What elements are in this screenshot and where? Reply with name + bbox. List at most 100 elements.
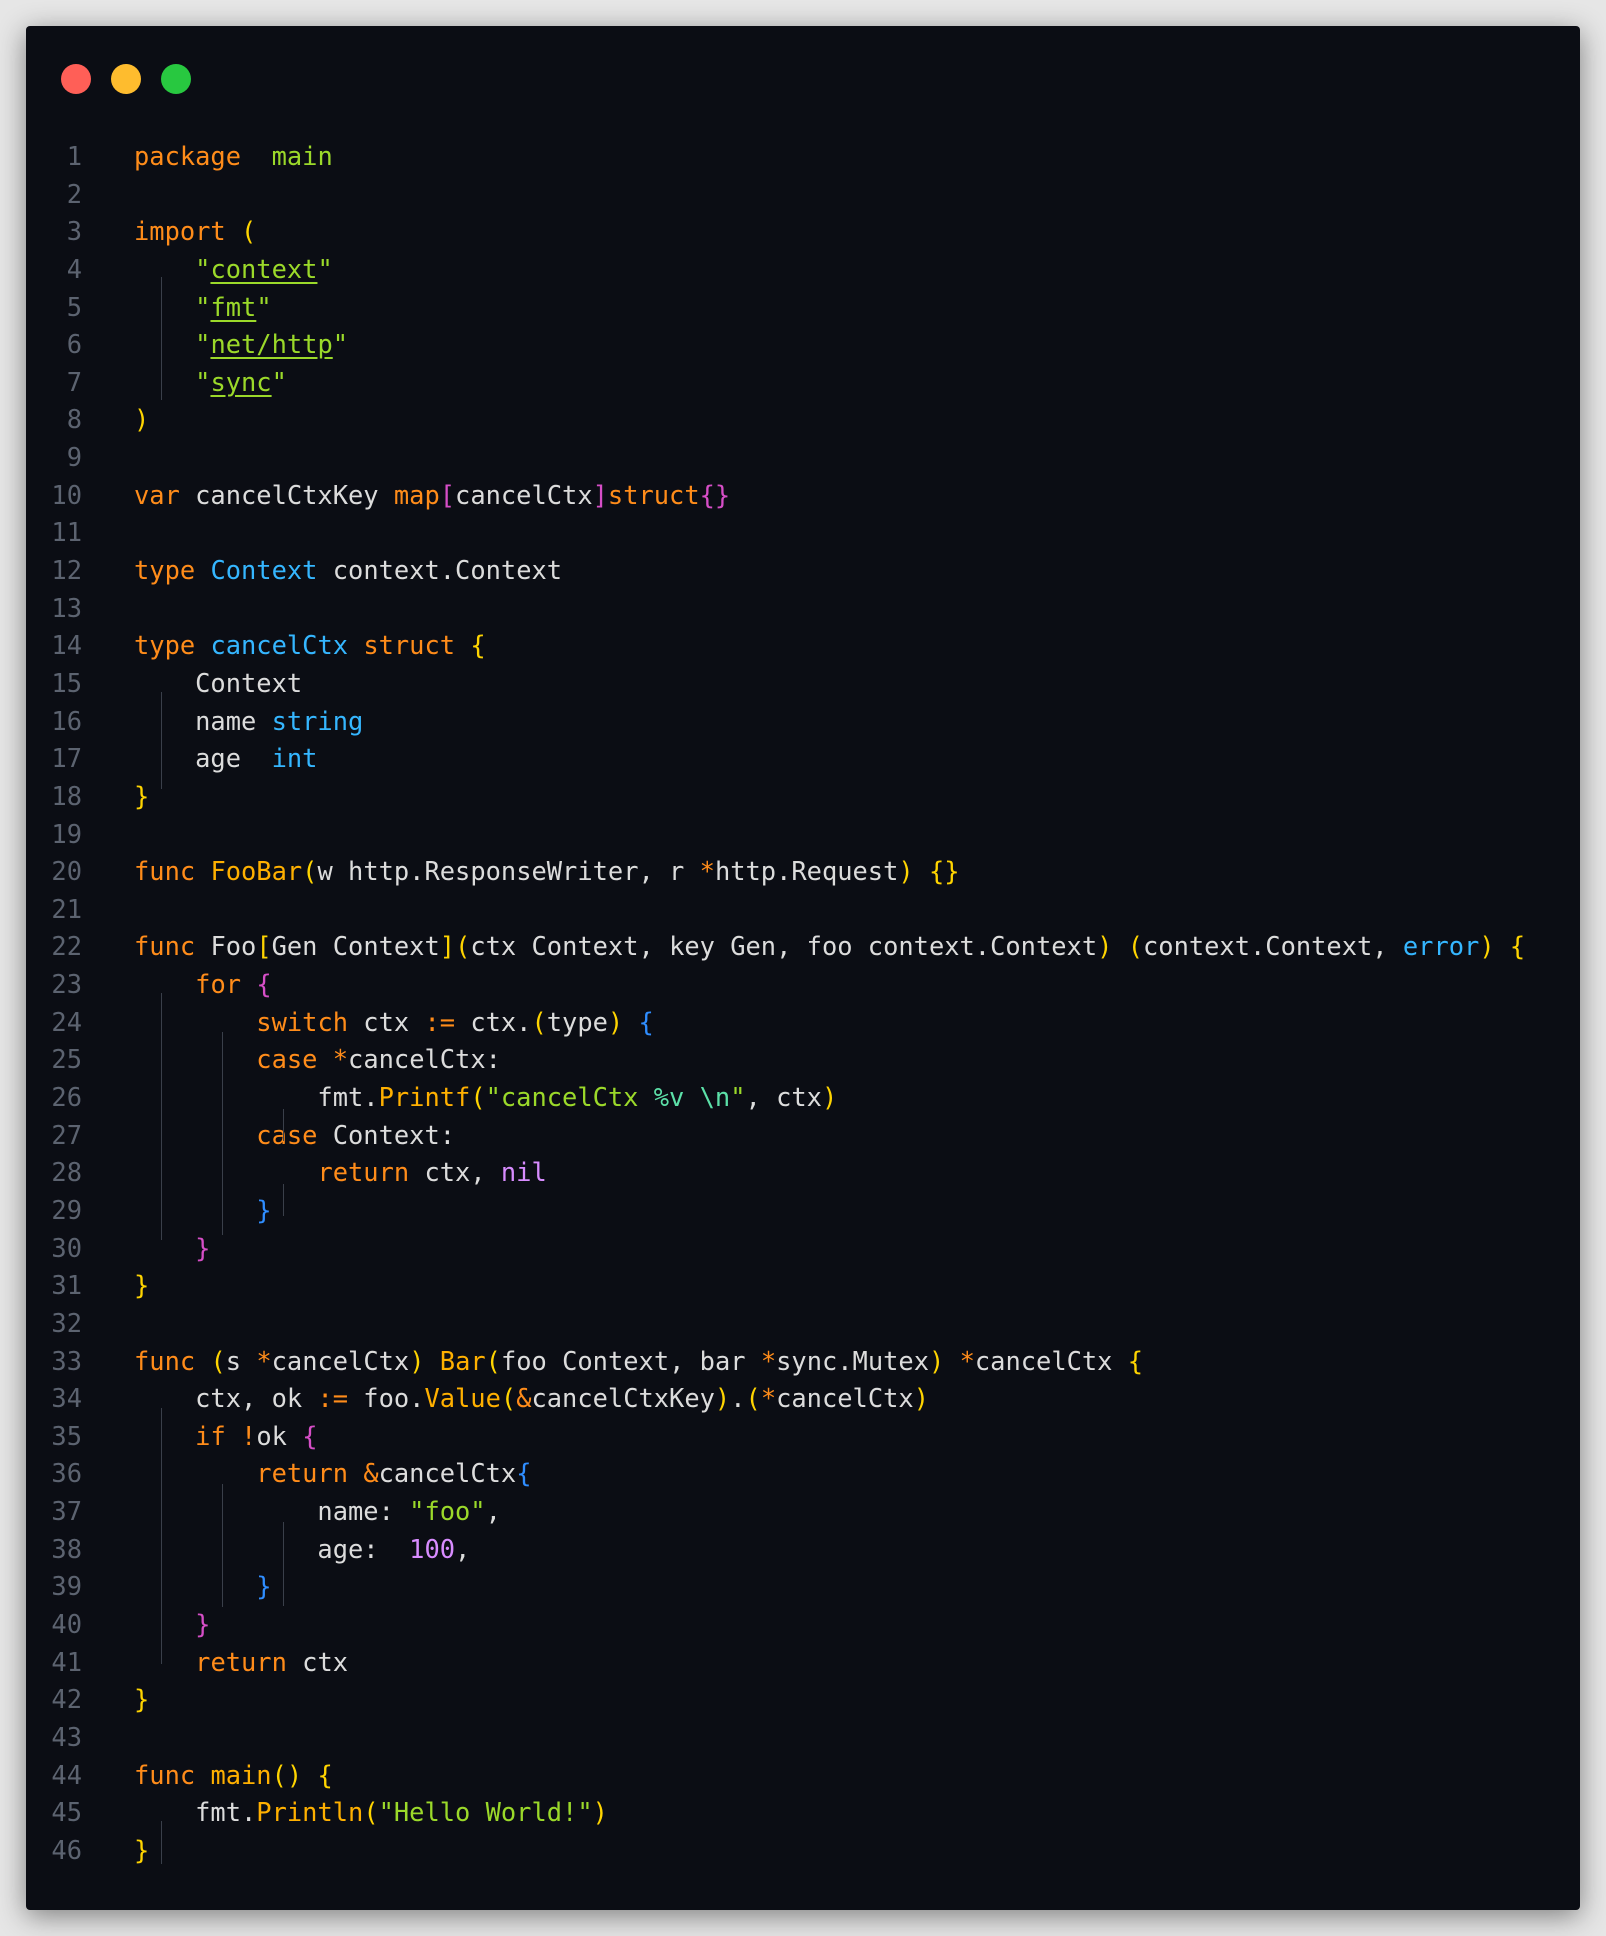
- code-token: Foo: [195, 931, 257, 962]
- code-token: cancelCtxKey: [531, 1383, 715, 1414]
- code-token: (: [363, 1797, 379, 1828]
- code-token: *: [699, 856, 715, 887]
- code-token: func: [134, 856, 196, 887]
- line-number: 31: [51, 1270, 82, 1301]
- indent-guide: [161, 277, 162, 400]
- code-text: type cancelCtx struct {: [134, 627, 486, 665]
- code-token: (: [302, 856, 318, 887]
- code-token: w http.ResponseWriter, r: [317, 856, 700, 887]
- code-token: }: [256, 1194, 272, 1225]
- line-number: 41: [51, 1646, 82, 1677]
- indent-guide: [283, 1109, 284, 1141]
- minimize-button[interactable]: [111, 64, 141, 94]
- line-number: 37: [51, 1496, 82, 1527]
- line-number: 19: [51, 818, 82, 849]
- code-token: sync.Mutex: [776, 1345, 929, 1376]
- code-text: "fmt": [134, 289, 271, 327]
- line-number: 18: [51, 780, 82, 811]
- code-token: ctx,: [409, 1157, 501, 1188]
- line-number: 10: [51, 479, 82, 510]
- code-text: }: [134, 778, 149, 816]
- code-token: int: [271, 743, 318, 774]
- code-text: package main: [134, 138, 333, 176]
- code-token: struct: [363, 630, 456, 661]
- code-token: }: [134, 780, 150, 811]
- close-button[interactable]: [61, 64, 91, 94]
- code-token: ": [332, 329, 349, 360]
- code-token: fmt.: [134, 1797, 257, 1828]
- code-token: type: [134, 630, 196, 661]
- code-token: }: [195, 1608, 211, 1639]
- code-token: if: [195, 1420, 226, 1451]
- code-token: Bar: [439, 1345, 486, 1376]
- line-number: 23: [51, 969, 82, 1000]
- code-token: ,: [455, 1533, 471, 1564]
- code-token: !: [241, 1420, 257, 1451]
- code-text: type Context context.Context: [134, 552, 562, 590]
- code-text: ctx, ok := foo.Value(&cancelCtxKey).(*ca…: [134, 1380, 929, 1418]
- line-number: 4: [66, 253, 82, 284]
- code-token: cancelCtx: [210, 630, 349, 661]
- code-token: *: [332, 1044, 349, 1075]
- line-number: 43: [51, 1721, 82, 1752]
- line-number: 40: [51, 1608, 82, 1639]
- code-token: map: [393, 479, 440, 510]
- code-token: .: [730, 1383, 746, 1414]
- code-token: {: [638, 1006, 654, 1037]
- code-window: 1 package main 2 3 import (4 "context" 5 "fmt…: [26, 26, 1580, 1910]
- code-text: }: [134, 1681, 149, 1719]
- line-number: 34: [51, 1383, 82, 1414]
- code-token: ): [1097, 931, 1113, 962]
- code-text: for {: [134, 966, 271, 1004]
- line-number: 32: [51, 1307, 82, 1338]
- code-token: Context:: [317, 1119, 456, 1150]
- code-token: {}: [928, 856, 960, 887]
- code-token: 100: [409, 1533, 456, 1564]
- line-number: 46: [51, 1834, 82, 1865]
- code-token: main: [210, 1759, 272, 1790]
- code-text: case Context:: [134, 1117, 455, 1155]
- line-number: 33: [51, 1345, 82, 1376]
- code-token: ctx.: [455, 1006, 532, 1037]
- code-token: return: [256, 1458, 349, 1489]
- code-token: {: [470, 630, 486, 661]
- code-token: \n: [699, 1082, 731, 1113]
- code-token: "cancelCtx: [485, 1082, 654, 1113]
- code-token: type: [134, 555, 196, 586]
- code-token: %v: [653, 1082, 685, 1113]
- line-number: 1: [66, 141, 82, 171]
- code-text: ): [134, 401, 149, 439]
- code-token: cancelCtx: [974, 1345, 1128, 1376]
- line-number: 11: [51, 517, 82, 548]
- code-text: }: [134, 1606, 210, 1644]
- line-number: 29: [51, 1194, 82, 1225]
- code-token: context.Context,: [1143, 931, 1403, 962]
- code-token: (: [455, 931, 471, 962]
- code-token: net/http: [210, 329, 333, 360]
- line-number: 17: [51, 743, 82, 774]
- code-token: cancelCtx: [776, 1383, 914, 1414]
- code-token: "foo": [409, 1496, 486, 1527]
- window-controls: [61, 64, 191, 94]
- code-token: "Hello World!": [378, 1797, 593, 1828]
- code-token: ): [607, 1006, 624, 1037]
- code-text: var cancelCtxKey map[cancelCtx]struct{}: [134, 477, 730, 515]
- code-text: Context: [134, 665, 302, 703]
- code-token: cancelCtx: [455, 479, 593, 510]
- code-token: ": [195, 366, 211, 397]
- code-token: sync: [210, 366, 272, 397]
- code-token: *: [760, 1345, 777, 1376]
- zoom-button[interactable]: [161, 64, 191, 94]
